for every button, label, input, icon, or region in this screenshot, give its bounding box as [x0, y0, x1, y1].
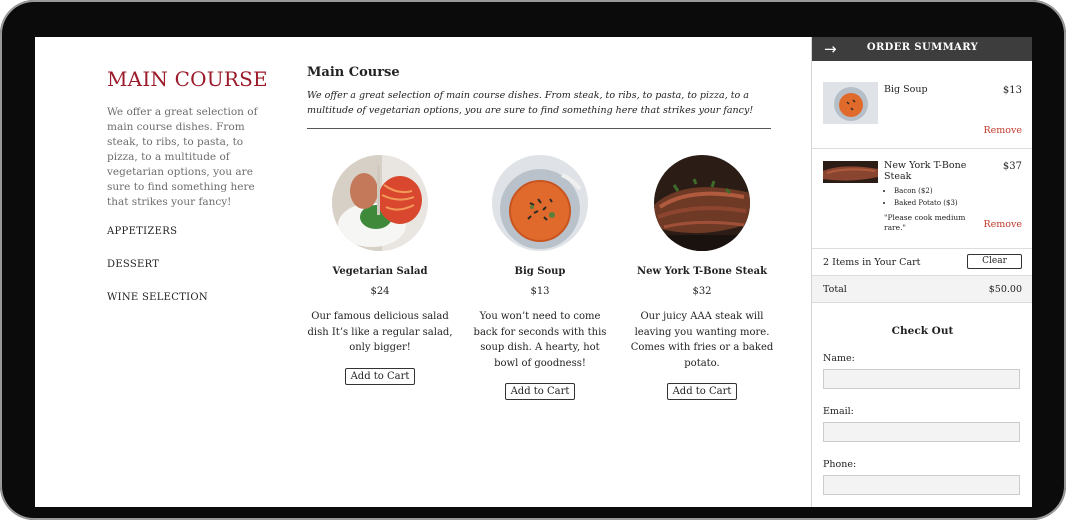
cart-item-option: Bacon ($2): [894, 185, 958, 197]
email-field[interactable]: [823, 422, 1020, 442]
dish-card: Big Soup $13 You won’t need to come back…: [467, 155, 613, 400]
cart-item-options: Bacon ($2) Baked Potato ($3): [884, 185, 958, 209]
cart-item-name: Big Soup: [884, 84, 928, 95]
nav-link-wine-selection[interactable]: WINE SELECTION: [107, 292, 277, 303]
dish-price: $24: [370, 286, 390, 297]
cart-count: 2 Items in Your Cart: [823, 257, 921, 268]
dish-name: New York T-Bone Steak: [637, 266, 767, 277]
cart-item-thumb-soup: [823, 82, 878, 124]
cart-count-row: 2 Items in Your Cart Clear: [812, 249, 1032, 276]
laptop-frame: MAIN COURSE We offer a great selection o…: [0, 0, 1066, 520]
category-description: We offer a great selection of main cours…: [107, 106, 258, 208]
category-nav: APPETIZERS DESSERT WINE SELECTION: [107, 226, 277, 303]
cart-item-price: $13: [1002, 85, 1022, 96]
divider: [307, 128, 771, 129]
dish-card: Vegetarian Salad $24 Our famous deliciou…: [307, 155, 453, 385]
dish-description: Our famous delicious salad dish It’s lik…: [307, 311, 453, 353]
cart-item-name: New York T-Bone Steak: [884, 160, 967, 182]
dish-name: Vegetarian Salad: [332, 266, 428, 277]
intro-text: We offer a great selection of main cours…: [307, 90, 754, 116]
page-title: Main Course: [307, 65, 400, 80]
total-value: $50.00: [988, 284, 1022, 295]
dish-description: Our juicy AAA steak will leaving you wan…: [630, 311, 774, 369]
app-screen: MAIN COURSE We offer a great selection o…: [35, 37, 1032, 507]
phone-field[interactable]: [823, 475, 1020, 495]
email-label: Email:: [823, 406, 854, 417]
dish-price: $32: [692, 286, 712, 297]
dish-name: Big Soup: [514, 266, 566, 277]
cart-item-thumb-steak: [823, 161, 878, 183]
main-content: Main Course We offer a great selection o…: [307, 65, 773, 400]
checkout-form: Check Out Name: Email: Phone:: [812, 325, 1032, 495]
order-summary-header: → ORDER SUMMARY: [812, 37, 1032, 61]
remove-item-button[interactable]: Remove: [984, 125, 1023, 136]
total-label: Total: [823, 284, 847, 295]
nav-link-dessert[interactable]: DESSERT: [107, 259, 277, 270]
add-to-cart-button[interactable]: Add to Cart: [666, 383, 738, 400]
dish-description: You won’t need to come back for seconds …: [473, 311, 607, 369]
dish-grid: Vegetarian Salad $24 Our famous deliciou…: [307, 155, 773, 400]
clear-cart-button[interactable]: Clear: [967, 254, 1022, 269]
cart-item-price: $37: [1002, 161, 1022, 172]
add-to-cart-button[interactable]: Add to Cart: [504, 383, 576, 400]
dish-image-soup: [492, 155, 588, 251]
phone-label: Phone:: [823, 459, 857, 470]
category-sidebar: MAIN COURSE We offer a great selection o…: [107, 67, 277, 325]
add-to-cart-button[interactable]: Add to Cart: [344, 367, 416, 385]
cart-item: New York T-Bone Steak $37 Bacon ($2) Bak…: [812, 149, 1032, 249]
dish-price: $13: [530, 286, 550, 297]
order-summary-title: ORDER SUMMARY: [866, 42, 979, 53]
cart-item-option: Baked Potato ($3): [894, 197, 958, 209]
remove-item-button[interactable]: Remove: [984, 219, 1023, 230]
cart-item-note: "Please cook medium rare.": [884, 213, 966, 232]
cart-total-row: Total $50.00: [812, 276, 1032, 303]
dish-image-steak: [654, 155, 750, 251]
dish-image-salad: [332, 155, 428, 251]
order-summary-panel: → ORDER SUMMARY Big Soup $13 Remove New …: [811, 37, 1032, 507]
name-label: Name:: [823, 353, 855, 364]
cart-item: Big Soup $13 Remove: [812, 61, 1032, 149]
nav-link-appetizers[interactable]: APPETIZERS: [107, 226, 277, 237]
checkout-title: Check Out: [891, 325, 954, 337]
name-field[interactable]: [823, 369, 1020, 389]
dish-card: New York T-Bone Steak $32 Our juicy AAA …: [629, 155, 775, 400]
category-heading: MAIN COURSE: [107, 67, 268, 91]
